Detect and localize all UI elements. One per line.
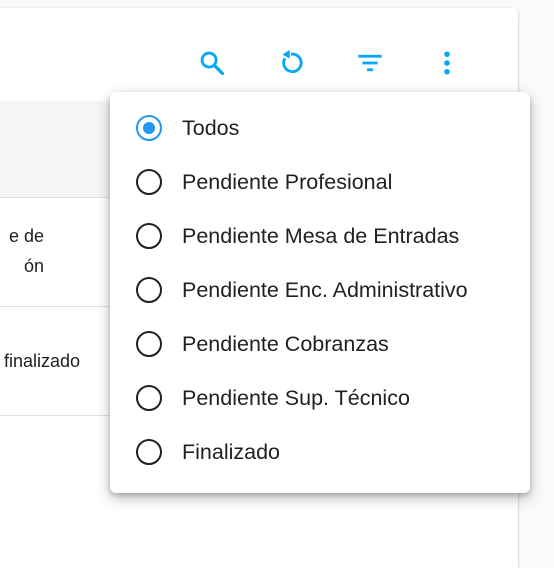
row-status-text: finalizado	[4, 351, 81, 371]
refresh-icon	[282, 49, 303, 74]
radio-unchecked-icon[interactable]	[136, 439, 162, 465]
filter-option-pendiente-enc-administrativo[interactable]: Pendiente Enc. Administrativo	[110, 265, 530, 319]
radio-unchecked-icon[interactable]	[136, 223, 162, 249]
filter-option-label: Todos	[182, 116, 240, 140]
refresh-button[interactable]	[271, 43, 311, 83]
filter-option-label: Pendiente Cobranzas	[182, 332, 389, 356]
filter-option-pendiente-mesa-de-entradas[interactable]: Pendiente Mesa de Entradas	[110, 211, 530, 265]
more-options-button[interactable]	[427, 43, 467, 83]
filter-option-todos[interactable]: Todos	[110, 103, 530, 157]
filter-button[interactable]	[350, 43, 390, 83]
radio-checked-icon[interactable]	[136, 115, 162, 141]
filter-option-label: Pendiente Mesa de Entradas	[182, 224, 460, 248]
filter-option-finalizado[interactable]: Finalizado	[110, 427, 530, 481]
row-status-text: e de ón	[8, 226, 44, 276]
filter-menu: Todos Pendiente Profesional Pendiente Me…	[110, 92, 530, 493]
filter-option-label: Pendiente Profesional	[182, 170, 393, 194]
radio-unchecked-icon[interactable]	[136, 169, 162, 195]
filter-option-label: Pendiente Sup. Técnico	[182, 386, 410, 410]
filter-option-label: Finalizado	[182, 440, 280, 464]
search-icon	[200, 51, 225, 76]
filter-icon	[358, 54, 382, 72]
radio-unchecked-icon[interactable]	[136, 385, 162, 411]
filter-option-pendiente-profesional[interactable]: Pendiente Profesional	[110, 157, 530, 211]
search-button[interactable]	[192, 43, 232, 83]
filter-option-pendiente-sup-tecnico[interactable]: Pendiente Sup. Técnico	[110, 373, 530, 427]
filter-option-label: Pendiente Enc. Administrativo	[182, 278, 468, 302]
filter-option-pendiente-cobranzas[interactable]: Pendiente Cobranzas	[110, 319, 530, 373]
radio-unchecked-icon[interactable]	[136, 331, 162, 357]
radio-unchecked-icon[interactable]	[136, 277, 162, 303]
more-vert-icon	[444, 51, 450, 75]
